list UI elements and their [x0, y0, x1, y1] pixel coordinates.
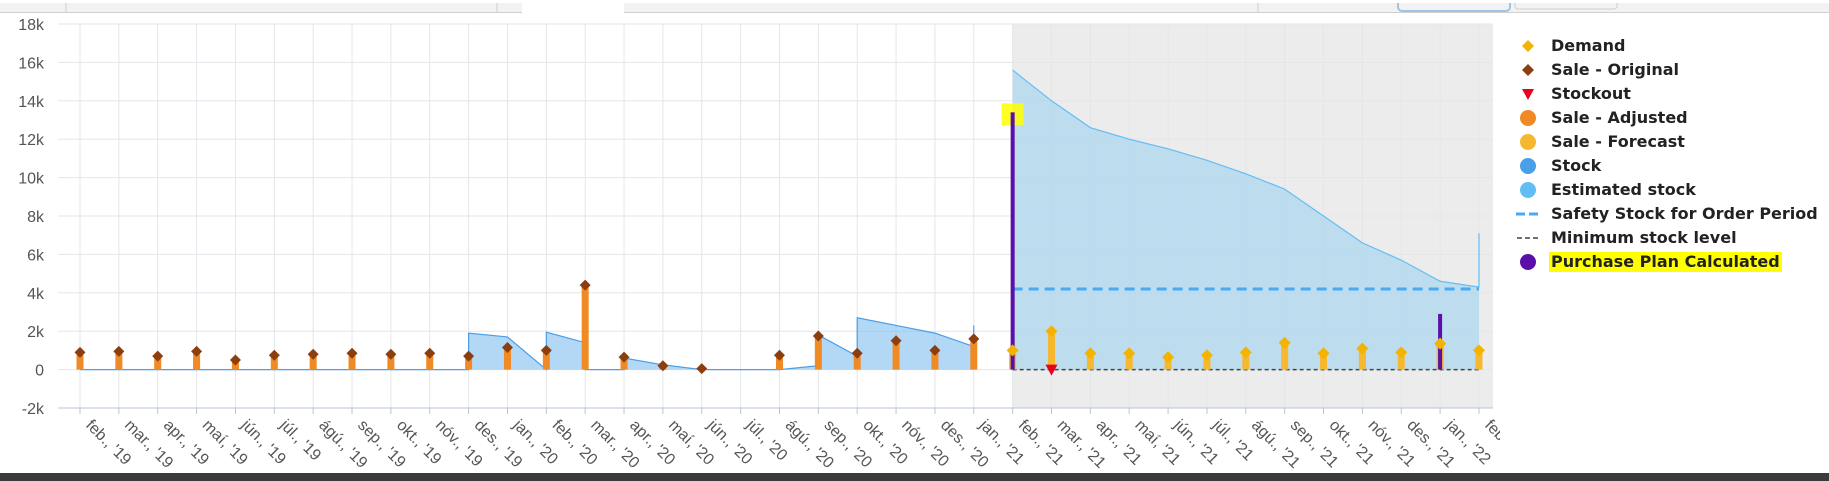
- legend-label: Stockout: [1551, 84, 1631, 103]
- legend-item[interactable]: Stockout: [1516, 82, 1818, 106]
- legend-symbol: [1516, 229, 1540, 247]
- legend-item[interactable]: Sale - Adjusted: [1516, 106, 1818, 130]
- legend-item[interactable]: Purchase Plan Calculated: [1516, 250, 1818, 274]
- legend-item[interactable]: Sale - Original: [1516, 58, 1818, 82]
- sale-original-marker: [113, 345, 125, 357]
- legend-symbol: [1516, 205, 1540, 223]
- sale-adjusted-bar: [581, 285, 589, 370]
- legend-symbol: [1516, 85, 1540, 103]
- legend-label: Estimated stock: [1551, 180, 1696, 199]
- stock-area: [80, 317, 974, 370]
- sale-original-marker: [307, 348, 319, 360]
- sale-original-marker: [268, 349, 280, 361]
- legend-symbol: [1516, 37, 1540, 55]
- sale-original-marker: [696, 363, 708, 375]
- y-tick-label: 10k: [18, 171, 45, 188]
- legend-item[interactable]: Estimated stock: [1516, 178, 1818, 202]
- legend-symbol: [1516, 133, 1540, 151]
- legend-label: Purchase Plan Calculated: [1549, 252, 1782, 272]
- legend-item[interactable]: Demand: [1516, 34, 1818, 58]
- y-tick-label: 18k: [18, 17, 45, 34]
- sale-original-marker: [579, 279, 591, 291]
- y-tick-label: 12k: [18, 132, 45, 149]
- legend-item[interactable]: Safety Stock for Order Period: [1516, 202, 1818, 226]
- sale-original-marker: [191, 345, 203, 357]
- purchase-plan-bar: [1010, 112, 1015, 370]
- legend-label: Sale - Forecast: [1551, 132, 1685, 151]
- legend-label: Stock: [1551, 156, 1602, 175]
- legend-label: Minimum stock level: [1551, 228, 1737, 247]
- sale-original-marker: [968, 333, 980, 345]
- sale-original-marker: [152, 350, 164, 362]
- legend-item[interactable]: Stock: [1516, 154, 1818, 178]
- legend-symbol: [1516, 157, 1540, 175]
- legend-item[interactable]: Minimum stock level: [1516, 226, 1818, 250]
- y-tick-label: 4k: [27, 286, 45, 303]
- sale-original-marker: [773, 349, 785, 361]
- y-tick-label: 0: [35, 363, 44, 380]
- y-tick-label: 14k: [18, 94, 45, 111]
- legend-label: Demand: [1551, 36, 1626, 55]
- y-tick-label: -2k: [22, 401, 45, 418]
- sale-original-marker: [346, 347, 358, 359]
- legend-symbol: [1516, 61, 1540, 79]
- sale-original-marker: [424, 347, 436, 359]
- sale-original-marker: [74, 346, 86, 358]
- legend-symbol: [1516, 109, 1540, 127]
- legend-item[interactable]: Sale - Forecast: [1516, 130, 1818, 154]
- bottom-edge: [0, 473, 1829, 481]
- y-tick-label: 2k: [27, 324, 45, 341]
- legend-label: Sale - Adjusted: [1551, 108, 1688, 127]
- legend-symbol: [1516, 181, 1540, 199]
- y-tick-label: 8k: [27, 209, 45, 226]
- sale-original-marker: [385, 348, 397, 360]
- stock-chart: 18k16k14k12k10k8k6k4k2k0-2kfeb., '19mar.…: [18, 17, 1500, 472]
- legend-label: Safety Stock for Order Period: [1551, 204, 1818, 223]
- chart-legend: Demand Sale - Original Stockout Sale - Adju…: [1516, 34, 1818, 274]
- legend-label: Sale - Original: [1551, 60, 1680, 79]
- legend-symbol: [1516, 253, 1540, 271]
- y-tick-label: 6k: [27, 247, 45, 264]
- sale-original-marker: [229, 354, 241, 366]
- y-tick-label: 16k: [18, 55, 45, 72]
